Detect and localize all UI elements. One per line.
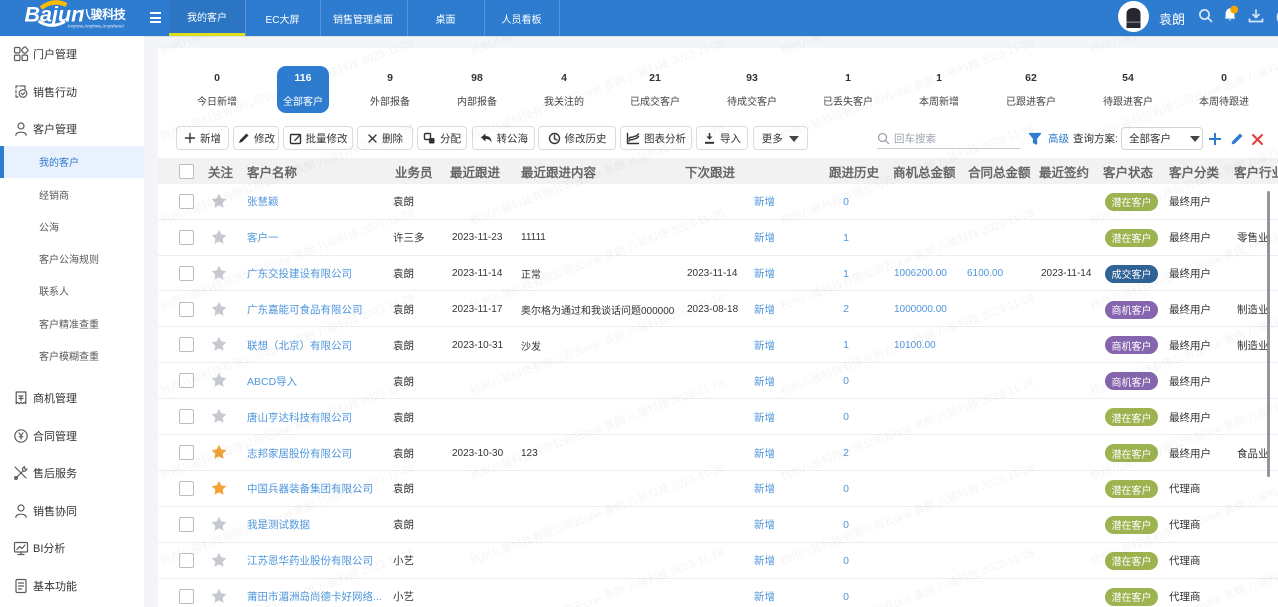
svg-text:八骏科技: 八骏科技 [78,7,127,22]
svg-text:Anyone,Anytime,Anywhere!: Anyone,Anytime,Anywhere! [68,24,124,29]
